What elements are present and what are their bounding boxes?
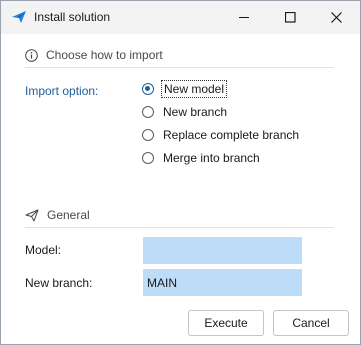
close-icon — [330, 12, 342, 23]
title-bar[interactable]: Install solution — [1, 1, 360, 34]
install-solution-dialog: Install solution Choose how to import Im… — [0, 0, 361, 345]
radio-new-model[interactable]: New model — [142, 80, 228, 98]
window-title: Install solution — [34, 10, 111, 24]
radio-button[interactable] — [142, 83, 154, 95]
section-header-general: General — [25, 206, 90, 224]
maximize-icon — [284, 12, 296, 23]
radio-label: New branch — [163, 105, 228, 119]
import-option-label: Import option: — [25, 84, 99, 98]
model-label: Model: — [25, 243, 62, 257]
paper-plane-icon — [25, 209, 39, 221]
section-divider — [25, 227, 334, 228]
radio-replace-complete-branch[interactable]: Replace complete branch — [142, 126, 299, 144]
radio-button[interactable] — [142, 106, 154, 118]
radio-label: New model — [160, 80, 228, 98]
radio-label: Replace complete branch — [163, 128, 300, 142]
maximize-button[interactable] — [267, 1, 313, 34]
section-header-import: Choose how to import — [25, 46, 163, 64]
send-arrow-icon — [12, 11, 26, 23]
minimize-icon — [238, 17, 249, 18]
radio-label: Merge into branch — [163, 151, 260, 165]
radio-new-branch[interactable]: New branch — [142, 103, 227, 121]
new-branch-label: New branch: — [25, 276, 93, 290]
cancel-button[interactable]: Cancel — [273, 310, 349, 336]
close-button[interactable] — [313, 1, 359, 34]
model-input[interactable] — [143, 237, 302, 264]
radio-merge-into-branch[interactable]: Merge into branch — [142, 149, 260, 167]
radio-button[interactable] — [142, 129, 154, 141]
info-icon — [25, 48, 38, 62]
new-branch-input[interactable] — [143, 269, 302, 296]
section-title-general: General — [47, 208, 90, 222]
section-title-import: Choose how to import — [46, 48, 163, 62]
execute-button[interactable]: Execute — [188, 310, 264, 336]
radio-button[interactable] — [142, 152, 154, 164]
minimize-button[interactable] — [221, 1, 267, 34]
section-divider — [25, 67, 334, 68]
